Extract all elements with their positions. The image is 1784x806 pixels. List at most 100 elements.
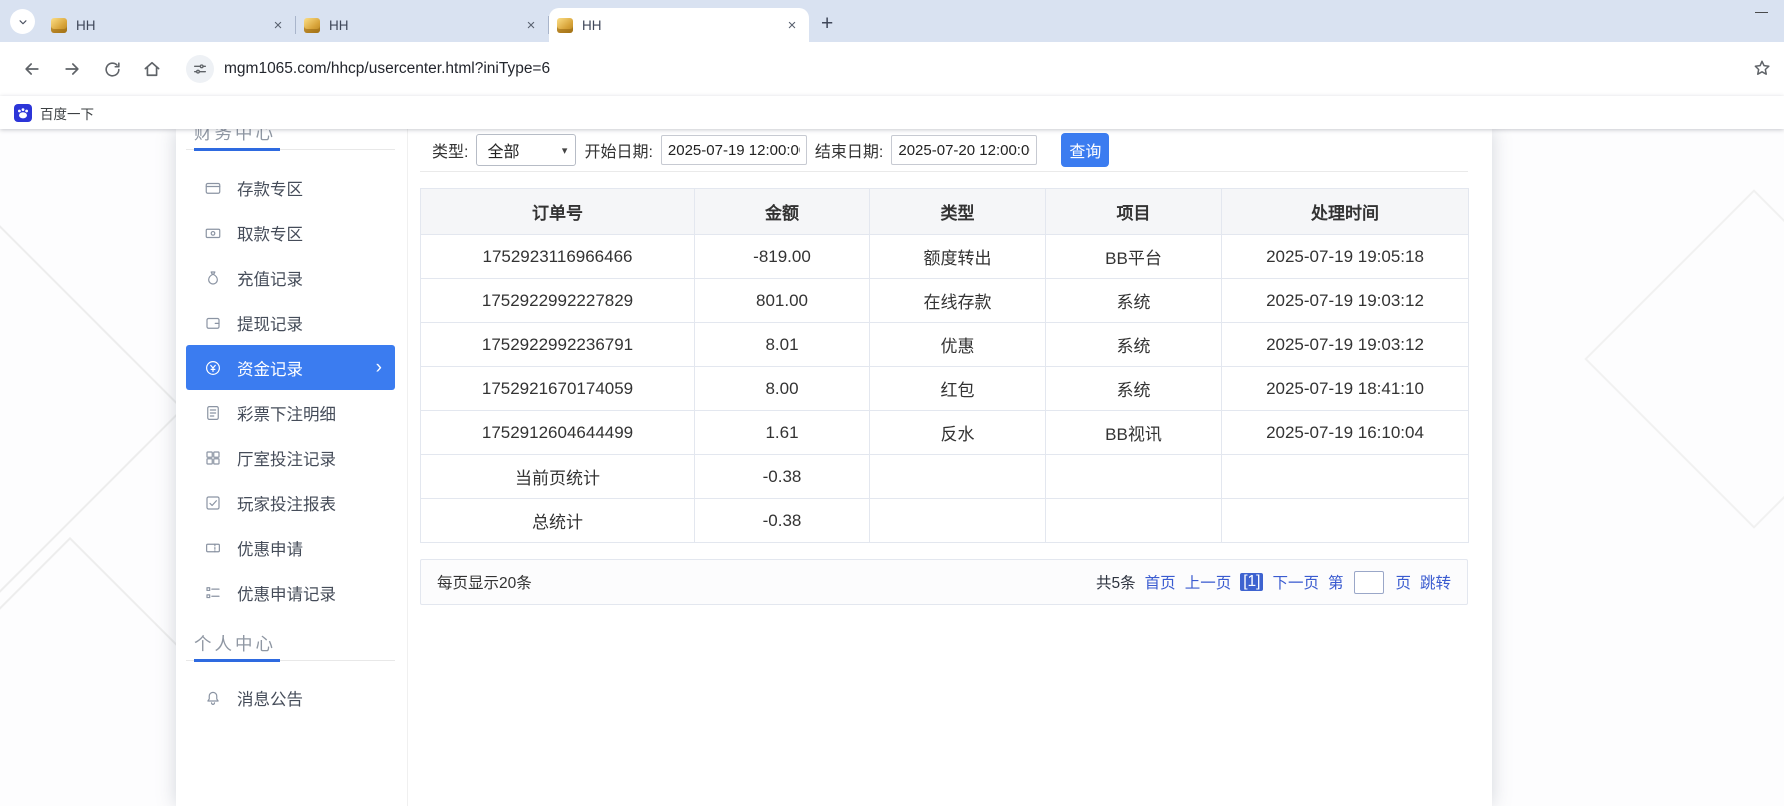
tune-icon [192, 61, 208, 77]
reload-icon [103, 60, 122, 79]
sidebar-item-message-announcements[interactable]: 消息公告 [186, 675, 395, 720]
sidebar-item-promo-apply[interactable]: 优惠申请 [186, 525, 395, 570]
content-panel: 财务中心 存款专区 取款专区 充值记录 [176, 129, 1492, 806]
col-header-amount: 金额 [695, 189, 870, 235]
cell-process-time: 2025-07-19 19:05:18 [1222, 235, 1469, 279]
bookmark-star-button[interactable] [1752, 58, 1772, 81]
cell-project: 系统 [1046, 367, 1222, 411]
sidebar: 财务中心 存款专区 取款专区 充值记录 [176, 129, 408, 806]
new-tab-button[interactable]: + [821, 13, 833, 34]
sidebar-item-withdrawal-records[interactable]: 提现记录 [186, 300, 395, 345]
cell-amount: -819.00 [695, 235, 870, 279]
sidebar-item-label: 充值记录 [237, 266, 303, 290]
cell-order-no: 1752922992236791 [421, 323, 695, 367]
site-info-button[interactable] [186, 55, 214, 83]
prev-page-link[interactable]: 上一页 [1185, 571, 1232, 593]
site-favicon-icon [51, 18, 67, 33]
sidebar-item-label: 彩票下注明细 [237, 401, 336, 425]
sidebar-item-withdraw-zone[interactable]: 取款专区 [186, 210, 395, 255]
sidebar-section-personal: 个人中心 [186, 631, 395, 656]
first-page-link[interactable]: 首页 [1145, 571, 1176, 593]
tab-close-icon[interactable]: × [783, 17, 801, 34]
home-button[interactable] [134, 51, 170, 87]
section-title: 财务中心 [186, 129, 395, 145]
cell-amount: 8.00 [695, 367, 870, 411]
banknote-icon [204, 224, 222, 242]
tab-close-icon[interactable]: × [522, 17, 540, 34]
sidebar-item-label: 取款专区 [237, 221, 303, 245]
sidebar-item-label: 玩家投注报表 [237, 491, 336, 515]
section-divider [186, 149, 395, 152]
sidebar-item-promo-apply-records[interactable]: 优惠申请记录 [186, 570, 395, 615]
cell-order-no: 1752912604644499 [421, 411, 695, 455]
minimize-button[interactable]: — [1755, 4, 1768, 19]
list-icon [204, 584, 222, 602]
browser-toolbar: mgm1065.com/hhcp/usercenter.html?iniType… [0, 42, 1784, 96]
tab-title: HH [582, 18, 783, 33]
bookmark-baidu[interactable]: 百度一下 [14, 103, 94, 123]
search-button[interactable]: 查询 [1061, 133, 1109, 167]
table-row: 1752921670174059 8.00 红包 系统 2025-07-19 1… [421, 367, 1469, 411]
cell-order-no: 1752923116966466 [421, 235, 695, 279]
cell-process-time: 2025-07-19 19:03:12 [1222, 279, 1469, 323]
browser-tab-3-active[interactable]: HH × [549, 8, 809, 42]
sidebar-item-recharge-records[interactable]: 充值记录 [186, 255, 395, 300]
fund-records-table: 订单号 金额 类型 项目 处理时间 1752923116966466 -819.… [420, 188, 1469, 543]
total-count: 共5条 [1096, 571, 1136, 593]
document-icon [204, 404, 222, 422]
cell-empty [1046, 455, 1222, 499]
next-page-link[interactable]: 下一页 [1272, 571, 1319, 593]
decor-shape [1584, 189, 1784, 528]
section-divider [186, 660, 395, 663]
end-date-input[interactable] [891, 135, 1037, 165]
cell-order-no: 1752921670174059 [421, 367, 695, 411]
sidebar-item-player-bet-report[interactable]: 玩家投注报表 [186, 480, 395, 525]
cell-project: 系统 [1046, 323, 1222, 367]
sidebar-item-label: 存款专区 [237, 176, 303, 200]
page-background: 财务中心 存款专区 取款专区 充值记录 [0, 129, 1784, 806]
coin-icon [204, 359, 222, 377]
back-button[interactable] [14, 51, 50, 87]
browser-tab-1[interactable]: HH × [43, 8, 295, 42]
sidebar-item-deposit-zone[interactable]: 存款专区 [186, 165, 395, 210]
star-icon [1752, 58, 1772, 78]
tab-close-icon[interactable]: × [269, 17, 287, 34]
cell-project: BB平台 [1046, 235, 1222, 279]
type-label: 类型: [432, 138, 468, 162]
cell-type: 优惠 [870, 323, 1046, 367]
col-header-type: 类型 [870, 189, 1046, 235]
grid-icon [204, 449, 222, 467]
tab-search-button[interactable] [10, 9, 35, 34]
money-bag-icon [204, 269, 222, 287]
screen: HH × HH × HH × + — [0, 0, 1784, 806]
address-bar[interactable]: mgm1065.com/hhcp/usercenter.html?iniType… [224, 60, 1752, 78]
jump-button[interactable]: 跳转 [1420, 571, 1451, 593]
page-jump-input[interactable] [1354, 571, 1384, 594]
type-select-value: 全部 [487, 138, 519, 162]
baidu-paw-icon [14, 104, 32, 122]
cell-type: 反水 [870, 411, 1046, 455]
start-date-input[interactable] [661, 135, 807, 165]
reload-button[interactable] [94, 51, 130, 87]
tab-title: HH [76, 18, 269, 33]
col-header-project: 项目 [1046, 189, 1222, 235]
table-row: 1752922992236791 8.01 优惠 系统 2025-07-19 1… [421, 323, 1469, 367]
bell-icon [204, 689, 222, 707]
pagination-controls: 共5条 首页 上一页 [1] 下一页 第 页 跳转 [1096, 571, 1451, 594]
section-underline [194, 148, 280, 151]
cell-order-no: 1752922992227829 [421, 279, 695, 323]
sidebar-section-finance: 财务中心 [186, 129, 395, 145]
cell-empty [1222, 455, 1469, 499]
start-date-label: 开始日期: [584, 138, 652, 162]
sidebar-item-fund-records[interactable]: 资金记录 › [186, 345, 395, 390]
tab-title: HH [329, 18, 522, 33]
type-select[interactable]: 全部 ▾ [476, 134, 576, 166]
sidebar-menu: 存款专区 取款专区 充值记录 提现记录 [186, 165, 395, 615]
forward-button[interactable] [54, 51, 90, 87]
sidebar-item-lottery-bet-details[interactable]: 彩票下注明细 [186, 390, 395, 435]
table-row: 1752912604644499 1.61 反水 BB视讯 2025-07-19… [421, 411, 1469, 455]
browser-tab-2[interactable]: HH × [296, 8, 548, 42]
table-row: 1752922992227829 801.00 在线存款 系统 2025-07-… [421, 279, 1469, 323]
cell-empty [870, 499, 1046, 543]
sidebar-item-hall-bet-records[interactable]: 厅室投注记录 [186, 435, 395, 480]
